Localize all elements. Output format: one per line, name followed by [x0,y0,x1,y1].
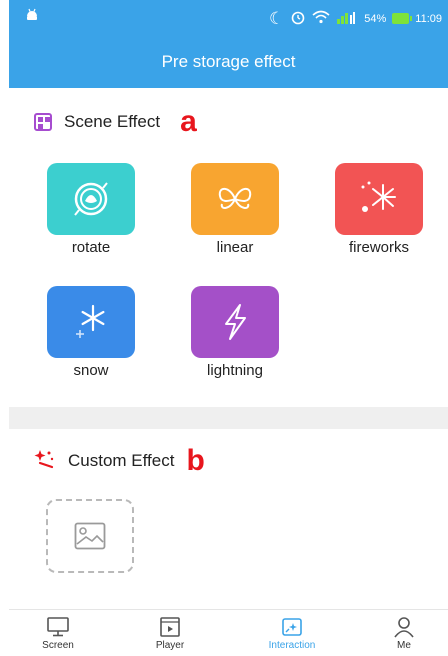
tab-player[interactable]: Player [125,614,215,651]
tab-interaction[interactable]: Interaction [247,614,337,651]
tab-screen[interactable]: Screen [13,614,103,651]
effect-lightning-label: lightning [207,362,263,379]
battery-percent: 54% [364,12,387,25]
monitor-icon [13,614,103,640]
custom-effect-heading: Custom Effect b [34,443,205,477]
signal-icon [336,10,358,27]
player-icon [125,614,215,640]
alarm-icon [290,9,306,28]
battery-icon [392,13,413,24]
interaction-icon [247,614,337,640]
effect-fireworks-button[interactable] [335,163,423,235]
butterfly-icon [218,187,252,209]
scene-effect-heading: Scene Effect a [34,105,197,138]
effect-lightning-button[interactable] [191,286,279,358]
tab-me[interactable]: Me [359,614,448,651]
status-bar: ☾ 54% 11:09 [9,0,448,34]
clock: 11:09 [415,12,442,25]
effect-rotate-label: rotate [71,239,111,256]
snowflake-icon [76,304,105,338]
lightning-icon [225,304,246,340]
marker-b: b [186,443,205,477]
effect-linear-button[interactable] [191,163,279,235]
custom-effect-title: Custom Effect [68,450,175,470]
effect-linear-label: linear [216,239,254,256]
person-icon [359,614,448,640]
fireworks-icon [361,181,396,212]
add-custom-image-button[interactable] [46,499,134,573]
moon-icon: ☾ [269,8,285,28]
effect-snow-label: snow [73,362,109,379]
effect-fireworks-label: fireworks [348,239,409,256]
tab-me-label: Me [397,640,411,651]
tab-interaction-label: Interaction [268,640,316,651]
scene-effect-icon [34,113,52,131]
image-placeholder-icon [74,522,106,550]
scene-effect-title: Scene Effect [64,112,161,131]
tab-screen-label: Screen [42,640,74,651]
android-debug-icon [25,8,39,25]
bottom-tab-bar: Screen Player Interaction Me [9,609,448,656]
effect-rotate-button[interactable] [47,163,135,235]
marker-a: a [180,105,197,138]
app-header: ☾ 54% 11:09 Pre storage effect [9,0,448,88]
effect-snow-button[interactable] [47,286,135,358]
wifi-icon [312,10,330,27]
rotate-icon [74,182,108,216]
page-title: Pre storage effect [161,52,296,71]
section-divider [9,407,448,429]
tab-player-label: Player [155,640,185,651]
magic-wand-icon [34,447,56,474]
